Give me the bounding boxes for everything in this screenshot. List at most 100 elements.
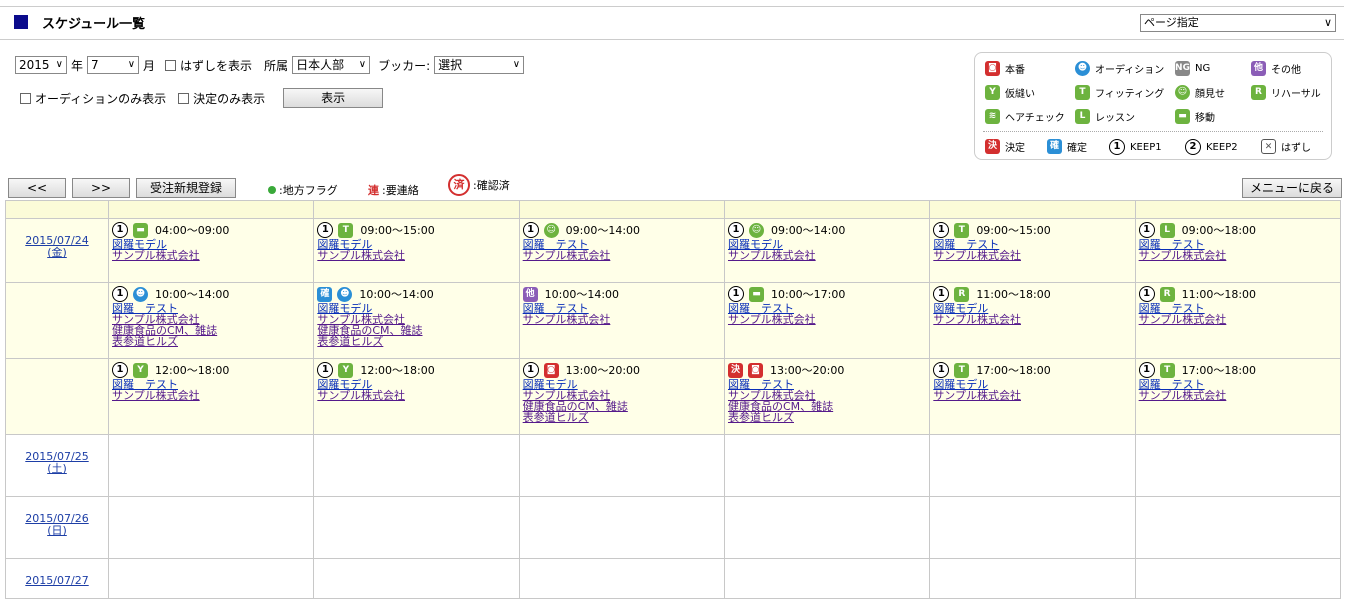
location-link[interactable]: 表参道ヒルズ xyxy=(112,336,310,347)
schedule-cell[interactable] xyxy=(107,434,315,497)
keep1-icon: 1 xyxy=(933,222,950,238)
display-button[interactable]: 表示 xyxy=(283,88,384,108)
schedule-cell[interactable]: 1 ▬ 10:00～17:00 図羅 テスト サンプル株式会社 xyxy=(723,282,931,359)
client-link[interactable]: サンプル株式会社 xyxy=(317,250,515,261)
schedule-cell[interactable] xyxy=(107,496,315,559)
client-link[interactable]: サンプル株式会社 xyxy=(1139,250,1337,261)
client-link[interactable]: サンプル株式会社 xyxy=(933,314,1131,325)
schedule-cell[interactable]: 1 ☺ 09:00～14:00 図羅 テスト サンプル株式会社 xyxy=(518,218,725,283)
keep2-icon: 2 xyxy=(1185,139,1201,155)
audition-only-label: オーディションのみ表示 xyxy=(35,91,167,106)
weekday-link[interactable]: (土) xyxy=(9,463,105,475)
schedule-cell[interactable]: 確 ☻ 10:00～14:00 図羅モデル サンプル株式会社 健康食品のCM、雑誌 表参道ヒ… xyxy=(313,282,520,359)
next-button[interactable]: >> xyxy=(72,178,130,198)
schedule-cell[interactable]: 1 ☻ 10:00～14:00 図羅 テスト サンプル株式会社 健康食品のCM、雑誌 表参道… xyxy=(107,282,315,359)
weekday-link[interactable]: (金) xyxy=(9,247,105,259)
event-time: 13:00～20:00 xyxy=(769,364,845,377)
schedule-cell[interactable] xyxy=(107,558,315,599)
decided-only-checkbox[interactable] xyxy=(178,92,190,104)
event-time: 09:00～18:00 xyxy=(1181,224,1257,237)
schedule-cell[interactable]: 1 T 17:00～18:00 図羅モデル サンプル株式会社 xyxy=(929,358,1136,435)
new-order-button[interactable]: 受注新規登録 xyxy=(136,178,236,198)
event-header: 1 T 09:00～15:00 xyxy=(933,221,1131,239)
show-removed-checkbox[interactable] xyxy=(165,59,177,71)
audition-only-checkbox[interactable] xyxy=(20,92,31,104)
client-link[interactable]: サンプル株式会社 xyxy=(933,390,1131,401)
client-link[interactable]: サンプル株式会社 xyxy=(112,390,310,401)
schedule-cell[interactable]: 他 10:00～14:00 図羅 テスト サンプル株式会社 xyxy=(518,282,725,359)
client-link[interactable]: サンプル株式会社 xyxy=(728,250,926,261)
month-select[interactable]: 7 ∨ xyxy=(87,56,140,74)
location-link[interactable]: 表参道ヒルズ xyxy=(523,412,721,423)
location-link[interactable]: 表参道ヒルズ xyxy=(728,412,926,423)
page-header: スケジュール一覧 ページ指定 ∨ xyxy=(0,6,1344,40)
schedule-cell[interactable]: 1 T 09:00～15:00 図羅 テスト サンプル株式会社 xyxy=(929,218,1136,283)
event-header: 1 R 11:00～18:00 xyxy=(933,285,1131,303)
date-link[interactable]: 2015/07/27 xyxy=(9,575,105,587)
schedule-cell[interactable]: 1 T 17:00～18:00 図羅 テスト サンプル株式会社 xyxy=(1134,358,1342,435)
schedule-cell[interactable]: 1 L 09:00～18:00 図羅 テスト サンプル株式会社 xyxy=(1134,218,1342,283)
client-link[interactable]: サンプル株式会社 xyxy=(317,390,515,401)
people-icon: ☻ xyxy=(337,286,353,302)
schedule-cell[interactable] xyxy=(1134,558,1342,599)
shirt-icon: T xyxy=(338,222,354,238)
schedule-cell[interactable] xyxy=(1134,496,1342,559)
schedule-cell[interactable]: 1 T 09:00～15:00 図羅モデル サンプル株式会社 xyxy=(313,218,520,283)
event-header: 1 ☻ 10:00～14:00 xyxy=(112,285,310,303)
schedule-cell[interactable]: 決 ◙ 13:00～20:00 図羅 テスト サンプル株式会社 健康食品のCM、雑誌 表参道… xyxy=(723,358,931,435)
schedule-cell[interactable]: 1 ☺ 09:00～14:00 図羅モデル サンプル株式会社 xyxy=(723,218,931,283)
prev-button[interactable]: << xyxy=(8,178,66,198)
date-cell: 2015/07/25 (土) xyxy=(5,434,109,497)
location-link[interactable]: 表参道ヒルズ xyxy=(317,336,515,347)
schedule-cell[interactable] xyxy=(313,558,520,599)
event-time: 09:00～14:00 xyxy=(770,224,846,237)
keep1-icon: 1 xyxy=(1138,286,1155,302)
event-time: 13:00～20:00 xyxy=(565,364,641,377)
client-link[interactable]: サンプル株式会社 xyxy=(523,314,721,325)
schedule-cell[interactable] xyxy=(723,496,931,559)
legend-ng: NG NG xyxy=(1175,61,1211,76)
schedule-cell[interactable]: 1 ◙ 13:00～20:00 図羅モデル サンプル株式会社 健康食品のCM、雑誌 表参道ヒ… xyxy=(518,358,725,435)
legend-panel: ◙ 本番 ☻ オーディション NG NG 他その他 Y 仮縫い T フィッティング ☺ 顔見… xyxy=(974,52,1332,160)
schedule-cell[interactable]: 1 Y 12:00～18:00 図羅モデル サンプル株式会社 xyxy=(313,358,520,435)
schedule-cell[interactable] xyxy=(518,434,725,497)
schedule-cell[interactable] xyxy=(929,434,1136,497)
schedule-cell[interactable] xyxy=(313,496,520,559)
schedule-cell[interactable]: 1 R 11:00～18:00 図羅 テスト サンプル株式会社 xyxy=(1134,282,1342,359)
schedule-cell[interactable]: 1 Y 12:00～18:00 図羅 テスト サンプル株式会社 xyxy=(107,358,315,435)
client-link[interactable]: サンプル株式会社 xyxy=(1139,390,1337,401)
schedule-cell[interactable] xyxy=(518,558,725,599)
decided-icon: 決 xyxy=(985,139,1000,154)
contact-mark: 連 xyxy=(368,184,379,197)
car-icon: ▬ xyxy=(133,222,148,238)
schedule-cell[interactable] xyxy=(723,434,931,497)
schedule-cell[interactable]: 1 R 11:00～18:00 図羅モデル サンプル株式会社 xyxy=(929,282,1136,359)
client-link[interactable]: サンプル株式会社 xyxy=(728,314,926,325)
dept-select[interactable]: 日本人部 ∨ xyxy=(292,56,371,74)
year-select[interactable]: 2015 ∨ xyxy=(15,56,67,74)
schedule-cell[interactable] xyxy=(929,558,1136,599)
show-removed-label: はずしを表示 xyxy=(180,58,253,73)
date-cell: 2015/07/26 (日) xyxy=(5,496,109,559)
schedule-cell[interactable] xyxy=(313,434,520,497)
schedule-cell[interactable] xyxy=(518,496,725,559)
back-to-menu-button[interactable]: メニューに戻る xyxy=(1242,178,1342,198)
schedule-cell[interactable] xyxy=(1134,434,1342,497)
green-dot-icon xyxy=(268,186,276,194)
page-select[interactable]: ページ指定 ∨ xyxy=(1140,14,1336,32)
event-time: 09:00～14:00 xyxy=(565,224,641,237)
legend-kaomise: ☺ 顔見せ xyxy=(1175,85,1225,100)
booker-select[interactable]: 選択 ∨ xyxy=(434,56,525,74)
client-link[interactable]: サンプル株式会社 xyxy=(1139,314,1337,325)
schedule-cell[interactable] xyxy=(929,496,1136,559)
other-icon: 他 xyxy=(522,286,538,302)
client-link[interactable]: サンプル株式会社 xyxy=(933,250,1131,261)
client-link[interactable]: サンプル株式会社 xyxy=(523,250,721,261)
event-header: 1 Y 12:00～18:00 xyxy=(112,361,310,379)
client-link[interactable]: サンプル株式会社 xyxy=(112,250,310,261)
weekday-link[interactable]: (日) xyxy=(9,525,105,537)
keep1-icon: 1 xyxy=(112,222,128,238)
schedule-cell[interactable] xyxy=(723,558,931,599)
car-icon: ▬ xyxy=(1175,109,1190,124)
schedule-cell[interactable]: 1 ▬ 04:00～09:00 図羅モデル サンプル株式会社 xyxy=(107,218,315,283)
